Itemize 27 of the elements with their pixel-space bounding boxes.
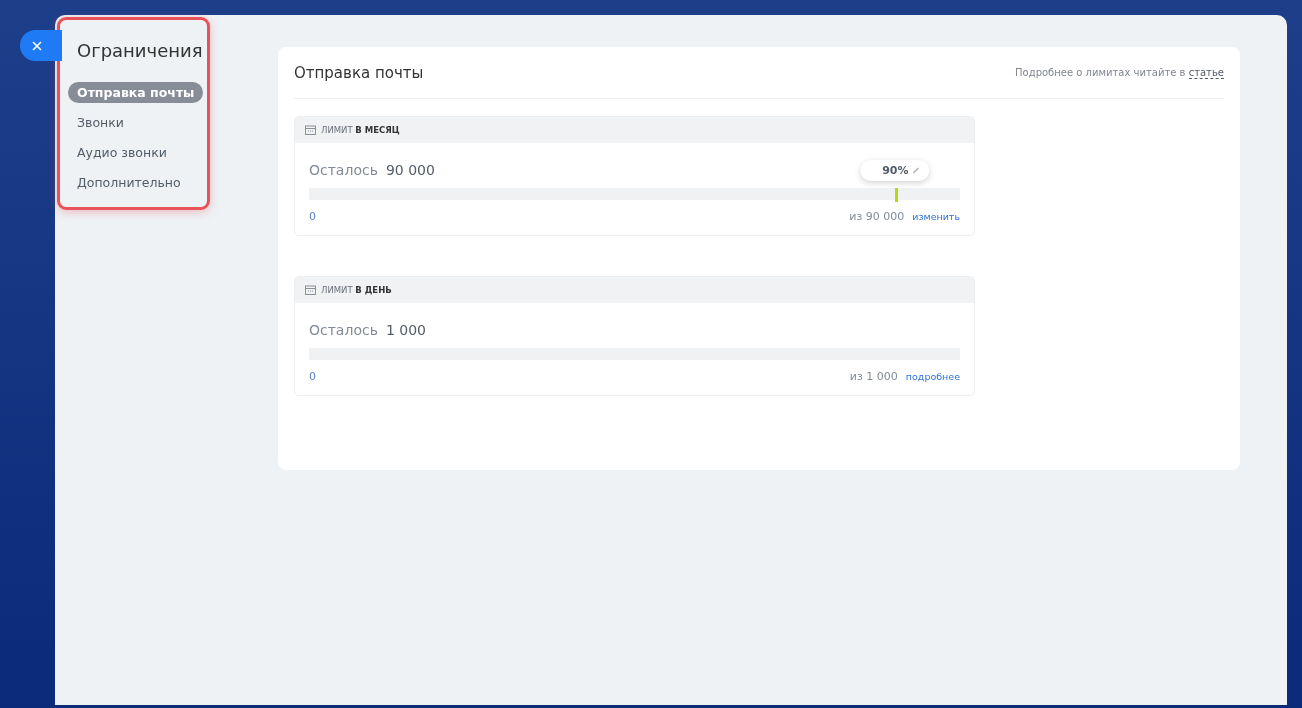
menu-item[interactable]: Аудио звонки — [68, 142, 176, 163]
limit-link[interactable]: подробнее — [905, 371, 960, 382]
remaining-label: Осталось — [309, 322, 378, 338]
help-note: Подробнее о лимитах читайте в статье — [1015, 67, 1224, 78]
min-value: 0 — [309, 370, 317, 383]
threshold-bubble[interactable]: 90% — [860, 160, 930, 181]
remaining-label: Осталось — [309, 162, 378, 178]
menu-item[interactable]: Дополнительно — [68, 172, 190, 193]
min-value: 0 — [309, 210, 317, 223]
menu-title: Ограничения — [77, 40, 199, 61]
article-link[interactable]: статье — [1188, 67, 1224, 79]
remaining-value: 1 000 — [385, 322, 426, 338]
close-icon — [32, 40, 42, 51]
threshold-marker[interactable] — [894, 188, 898, 202]
max-value: из 1 000 — [849, 370, 898, 383]
calendar-icon — [305, 285, 316, 295]
limit-title: ЛИМИТ В МЕСЯЦ — [321, 125, 400, 135]
section-title: Отправка почты — [294, 63, 424, 82]
calendar-icon — [305, 125, 316, 135]
pencil-icon — [912, 167, 920, 174]
menu-item[interactable]: Звонки — [68, 112, 133, 133]
limit-link[interactable]: изменить — [912, 211, 960, 222]
menu-item[interactable]: Отправка почты — [68, 82, 204, 103]
max-value: из 90 000 — [849, 210, 905, 223]
remaining-value: 90 000 — [385, 162, 435, 178]
limit-title: ЛИМИТ В ДЕНЬ — [321, 285, 392, 295]
close-button[interactable] — [20, 30, 62, 61]
